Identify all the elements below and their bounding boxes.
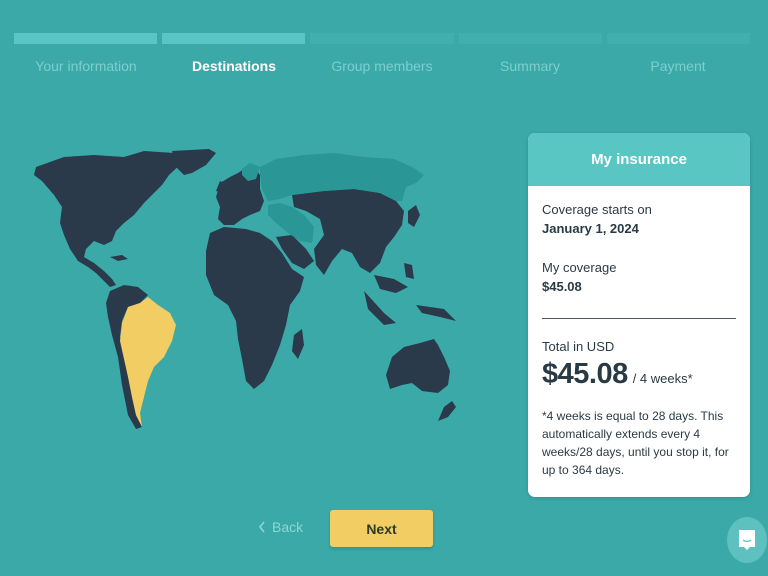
back-label: Back [272,519,304,535]
total-amount: $45.08 [542,358,628,390]
chat-bubble-icon [739,530,755,550]
back-button[interactable]: Back [258,519,303,535]
stepper: Your information Destinations Group memb… [12,58,752,74]
progress-bar [14,33,751,44]
step-destinations[interactable]: Destinations [160,58,308,74]
progress-segment-5 [606,33,751,44]
card-title: My insurance [528,133,750,186]
progress-segment-2 [162,33,306,44]
total-label: Total in USD [542,339,615,354]
world-map[interactable] [24,145,504,445]
region-north-america[interactable] [34,151,184,273]
progress-segment-3 [310,33,454,44]
total-period: / 4 weeks* [632,371,693,386]
step-your-information[interactable]: Your information [12,58,160,74]
region-greenland[interactable] [172,149,216,175]
step-group-members[interactable]: Group members [308,58,456,74]
progress-segment-4 [458,33,602,44]
coverage-label: My coverage [542,260,617,275]
chat-button[interactable] [727,517,767,563]
step-payment[interactable]: Payment [604,58,752,74]
insurance-summary-card: My insurance Coverage starts on January … [528,133,750,497]
next-button[interactable]: Next [330,510,433,547]
chevron-left-icon [258,521,265,533]
region-australia[interactable] [386,339,450,393]
footnote: *4 weeks is equal to 28 days. This autom… [542,409,729,477]
coverage-value: $45.08 [542,279,582,294]
coverage-start-value: January 1, 2024 [542,221,639,236]
step-summary[interactable]: Summary [456,58,604,74]
region-central-america[interactable] [94,263,116,287]
coverage-start-label: Coverage starts on [542,202,652,217]
divider [542,318,736,319]
progress-segment-1 [14,33,158,44]
